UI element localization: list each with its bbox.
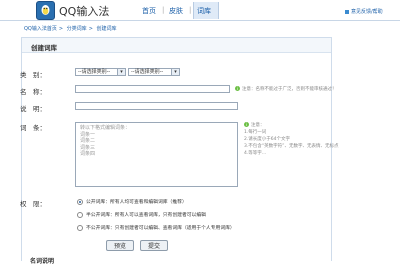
glossary-title: 名词说明 (30, 258, 55, 265)
nav-home[interactable]: 首页 (142, 6, 156, 16)
info-icon: i (244, 122, 249, 127)
category-label: 类 别： (20, 71, 46, 79)
name-note: i 注意：名称不能过于广泛，否则不能审核通过！ (235, 86, 337, 92)
preview-button[interactable]: 预览 (106, 240, 134, 251)
permission-label: 权 限： (20, 200, 46, 208)
category-select-secondary[interactable]: --请选择类别-- ▾ (128, 68, 180, 76)
description-input[interactable] (75, 102, 238, 110)
breadcrumb-home[interactable]: QQ输入法首页 (24, 26, 57, 32)
entries-tips: i 注意： 1.每行一词 2.请长度小于64个文字 3.不包含“英数字符”、无数字… (244, 122, 339, 156)
panel-title: 创建词库 (31, 44, 57, 52)
nav-separator: | (162, 6, 165, 14)
chevron-down-icon: ▾ (117, 69, 125, 75)
top-bar: QQ输入法 首页 | 皮肤 | 词库 意见反馈/帮助 (0, 0, 400, 22)
radio-icon[interactable] (77, 224, 83, 231)
permission-option-semi-public[interactable]: 半公开词库：所有人可以查看词库，只有创建者可以编辑 (77, 211, 206, 218)
nav-skins[interactable]: 皮肤 (169, 6, 183, 16)
radio-icon[interactable] (77, 211, 83, 218)
breadcrumb-category[interactable]: 分类词库 (67, 26, 87, 32)
info-icon: i (235, 86, 240, 91)
name-input[interactable] (75, 85, 230, 93)
panel-header: 创建词库 (22, 38, 331, 53)
entries-label: 词 条： (20, 124, 46, 132)
category-select-primary[interactable]: --请选择类别-- ▾ (75, 68, 126, 76)
submit-button[interactable]: 提交 (140, 240, 168, 251)
permission-option-public[interactable]: 公开词库：所有人均可查看和编辑词库（推荐） (77, 198, 187, 205)
qq-logo-icon[interactable] (36, 1, 55, 20)
feedback-icon (345, 9, 349, 14)
description-label: 说 明： (20, 105, 46, 113)
entries-textarea[interactable]: 转以下格式编辑词条： 词条一 词条二 词条三 词条四 (75, 122, 238, 187)
nav-separator: | (189, 6, 192, 14)
header-divider (0, 20, 400, 21)
name-label: 名 称： (20, 88, 46, 96)
radio-selected-icon[interactable] (77, 198, 83, 205)
chevron-down-icon: ▾ (171, 69, 179, 75)
nav-dictionary-label: 词库 (197, 7, 211, 15)
breadcrumb: QQ输入法首页 > 分类词库 > 创建词库 (24, 26, 117, 32)
feedback-link[interactable]: 意见反馈/帮助 (345, 8, 383, 15)
breadcrumb-current: 创建词库 (96, 26, 117, 32)
permission-option-private[interactable]: 不公开词库：只有创建者可以编辑、查看词库（适用于个人专用词库） (77, 224, 235, 231)
brand-title: QQ输入法 (59, 5, 110, 18)
nav-dictionary-tab[interactable]: 词库 (193, 2, 219, 19)
